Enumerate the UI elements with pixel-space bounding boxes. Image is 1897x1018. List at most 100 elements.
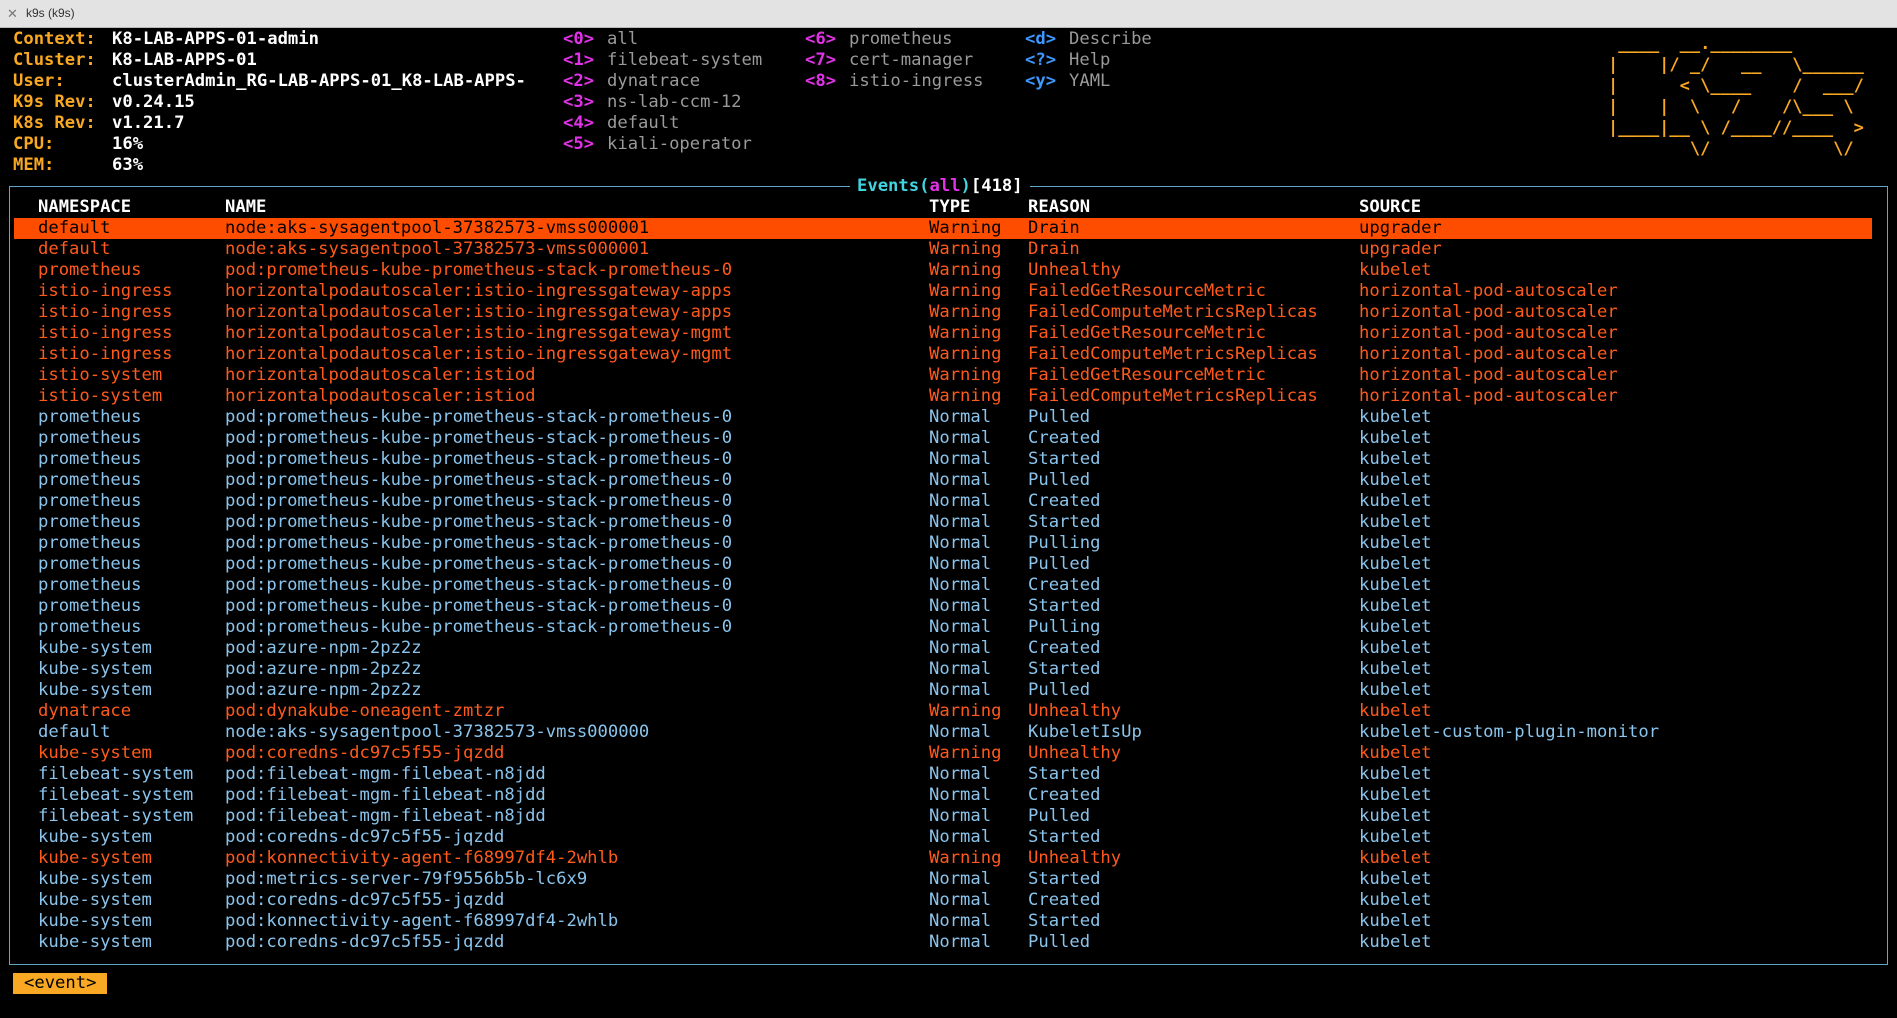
cell-type: Normal <box>929 428 992 448</box>
table-row[interactable]: filebeat-system pod:filebeat-mgm-filebeat… <box>14 806 1872 827</box>
cell-type: Normal <box>929 722 992 742</box>
cell-type: Warning <box>929 386 1002 406</box>
table-row[interactable]: istio-system horizontalpodautoscaler:isti… <box>14 365 1872 386</box>
cell-reason: Drain <box>1028 239 1080 259</box>
cell-source: kubelet <box>1359 491 1432 511</box>
table-row[interactable]: prometheus pod:prometheus-kube-prometheus… <box>14 491 1872 512</box>
cell-reason: FailedComputeMetricsReplicas <box>1028 344 1318 364</box>
table-row[interactable]: prometheus pod:prometheus-kube-prometheus… <box>14 575 1872 596</box>
cell-type: Warning <box>929 344 1002 364</box>
cell-type: Normal <box>929 533 992 553</box>
table-row[interactable]: istio-system horizontalpodautoscaler:isti… <box>14 386 1872 407</box>
table-row[interactable]: dynatrace pod:dynakube-oneagent-zmtzr Warn… <box>14 701 1872 722</box>
cell-reason: Started <box>1028 596 1101 616</box>
table-row[interactable]: istio-ingress horizontalpodautoscaler:ist… <box>14 323 1872 344</box>
namespace-hotkey-label: ns-lab-ccm-12 <box>607 92 742 112</box>
table-row-selected[interactable]: default node:aks-sysagentpool-37382573-vm… <box>14 218 1872 239</box>
table-row[interactable]: prometheus pod:prometheus-kube-prometheus… <box>14 260 1872 281</box>
cell-namespace: prometheus <box>38 596 142 616</box>
cell-name: pod:coredns-dc97c5f55-jqzdd <box>225 890 505 910</box>
table-row[interactable]: kube-system pod:coredns-dc97c5f55-jqzdd No… <box>14 890 1872 911</box>
table-row[interactable]: istio-ingress horizontalpodautoscaler:ist… <box>14 302 1872 323</box>
cell-name: pod:azure-npm-2pz2z <box>225 638 422 658</box>
table-row[interactable]: prometheus pod:prometheus-kube-prometheus… <box>14 449 1872 470</box>
namespace-hotkey[interactable]: <4> default <box>563 113 762 134</box>
header-type[interactable]: TYPE <box>929 197 970 218</box>
header-name[interactable]: NAME <box>225 197 266 218</box>
namespace-hotkey[interactable]: <5> kiali-operator <box>563 134 762 155</box>
cell-name: horizontalpodautoscaler:istio-ingressgat… <box>225 323 733 343</box>
table-row[interactable]: kube-system pod:coredns-dc97c5f55-jqzdd No… <box>14 827 1872 848</box>
cell-name: pod:prometheus-kube-prometheus-stack-pro… <box>225 554 733 574</box>
cell-namespace: kube-system <box>38 659 152 679</box>
action-hotkey[interactable]: <d> Describe <box>1025 29 1152 50</box>
table-row[interactable]: prometheus pod:prometheus-kube-prometheus… <box>14 554 1872 575</box>
namespace-hotkey[interactable]: <1> filebeat-system <box>563 50 762 71</box>
namespace-hotkey-label: all <box>607 29 639 49</box>
cell-namespace: istio-ingress <box>38 344 173 364</box>
cell-type: Normal <box>929 470 992 490</box>
cell-reason: Created <box>1028 785 1101 805</box>
cell-name: horizontalpodautoscaler:istio-ingressgat… <box>225 344 733 364</box>
table-row[interactable]: filebeat-system pod:filebeat-mgm-filebeat… <box>14 785 1872 806</box>
cell-type: Warning <box>929 365 1002 385</box>
info-label: K9s Rev: <box>13 92 96 112</box>
info-label: User: <box>13 71 65 91</box>
cell-source: kubelet <box>1359 617 1432 637</box>
header-source[interactable]: SOURCE <box>1359 197 1421 218</box>
table-row[interactable]: kube-system pod:azure-npm-2pz2z Normal Pull… <box>14 680 1872 701</box>
info-value: v1.21.7 <box>112 113 185 133</box>
header-namespace[interactable]: NAMESPACE <box>38 197 131 218</box>
breadcrumb: <event> <box>13 973 108 994</box>
table-row[interactable]: prometheus pod:prometheus-kube-prometheus… <box>14 617 1872 638</box>
cell-type: Normal <box>929 617 992 637</box>
table-row[interactable]: prometheus pod:prometheus-kube-prometheus… <box>14 596 1872 617</box>
cell-namespace: default <box>38 239 111 259</box>
close-icon[interactable]: ✕ <box>7 0 18 27</box>
table-row[interactable]: prometheus pod:prometheus-kube-prometheus… <box>14 470 1872 491</box>
table-row[interactable]: istio-ingress horizontalpodautoscaler:ist… <box>14 281 1872 302</box>
table-row[interactable]: filebeat-system pod:filebeat-mgm-filebeat… <box>14 764 1872 785</box>
cell-namespace: filebeat-system <box>38 806 194 826</box>
cell-source: kubelet <box>1359 533 1432 553</box>
table-row[interactable]: prometheus pod:prometheus-kube-prometheus… <box>14 533 1872 554</box>
cell-namespace: kube-system <box>38 680 152 700</box>
table-row[interactable]: prometheus pod:prometheus-kube-prometheus… <box>14 428 1872 449</box>
info-label: CPU: <box>13 134 55 154</box>
namespace-hotkey[interactable]: <7> cert-manager <box>805 50 984 71</box>
cell-name: pod:prometheus-kube-prometheus-stack-pro… <box>225 428 733 448</box>
namespace-hotkey[interactable]: <2> dynatrace <box>563 71 762 92</box>
info-row: K8s Rev: v1.21.7 <box>13 113 526 134</box>
namespace-hotkey[interactable]: <6> prometheus <box>805 29 984 50</box>
table-row[interactable]: kube-system pod:azure-npm-2pz2z Normal Crea… <box>14 638 1872 659</box>
namespace-hotkey[interactable]: <3> ns-lab-ccm-12 <box>563 92 762 113</box>
action-hotkey-label: Describe <box>1069 29 1152 49</box>
table-row[interactable]: kube-system pod:metrics-server-79f9556b5b… <box>14 869 1872 890</box>
table-row[interactable]: kube-system pod:coredns-dc97c5f55-jqzdd No… <box>14 932 1872 953</box>
table-row[interactable]: kube-system pod:azure-npm-2pz2z Normal Star… <box>14 659 1872 680</box>
table-row[interactable]: prometheus pod:prometheus-kube-prometheus… <box>14 407 1872 428</box>
cell-source: kubelet-custom-plugin-monitor <box>1359 722 1660 742</box>
table-row[interactable]: prometheus pod:prometheus-kube-prometheus… <box>14 512 1872 533</box>
cell-reason: FailedGetResourceMetric <box>1028 281 1266 301</box>
cell-source: kubelet <box>1359 428 1432 448</box>
header-reason[interactable]: REASON <box>1028 197 1090 218</box>
table-row[interactable]: default node:aks-sysagentpool-37382573-vm… <box>14 722 1872 743</box>
action-hotkey[interactable]: <?> Help <box>1025 50 1152 71</box>
cell-name: pod:prometheus-kube-prometheus-stack-pro… <box>225 533 733 553</box>
action-hotkey-key: <y> <box>1025 71 1057 91</box>
namespace-hotkey[interactable]: <0> all <box>563 29 762 50</box>
table-row[interactable]: istio-ingress horizontalpodautoscaler:ist… <box>14 344 1872 365</box>
table-row[interactable]: kube-system pod:coredns-dc97c5f55-jqzdd Wa… <box>14 743 1872 764</box>
namespace-hotkey[interactable]: <8> istio-ingress <box>805 71 984 92</box>
cell-type: Warning <box>929 239 1002 259</box>
action-hotkey[interactable]: <y> YAML <box>1025 71 1152 92</box>
table-row[interactable]: default node:aks-sysagentpool-37382573-vm… <box>14 239 1872 260</box>
cell-type: Warning <box>929 302 1002 322</box>
table-row[interactable]: kube-system pod:konnectivity-agent-f68997… <box>14 848 1872 869</box>
cell-source: kubelet <box>1359 554 1432 574</box>
table-row[interactable]: kube-system pod:konnectivity-agent-f68997… <box>14 911 1872 932</box>
cell-source: upgrader <box>1359 239 1442 259</box>
cell-namespace: kube-system <box>38 911 152 931</box>
cell-namespace: prometheus <box>38 470 142 490</box>
